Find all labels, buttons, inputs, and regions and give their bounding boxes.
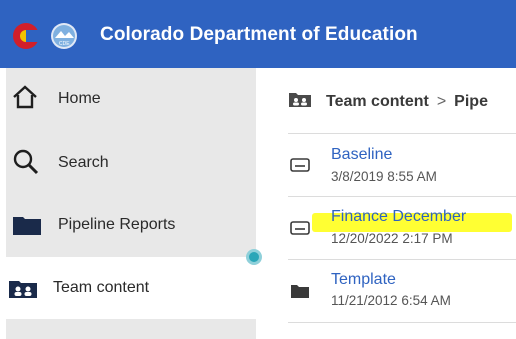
list-item-template[interactable]: Template 11/21/2012 6:54 AM [288,260,516,322]
list-item-finance-december[interactable]: Finance December 12/20/2022 2:17 PM [288,197,516,259]
app-title: Colorado Department of Education [100,24,418,45]
report-icon [290,158,310,172]
file-date: 12/20/2022 2:17 PM [331,231,453,246]
colorado-flag-logo[interactable]: CDE [8,20,92,52]
breadcrumb-root[interactable]: Team content [326,93,429,110]
breadcrumb: Team content > Pipe [288,92,488,114]
cursor-indicator [246,249,262,265]
sidebar-item-label: Search [58,154,109,171]
search-icon [13,149,39,175]
report-icon [290,221,310,235]
team-folder-icon [289,93,311,107]
svg-text:CDE: CDE [59,41,70,47]
breadcrumb-separator: > [436,93,447,110]
file-name[interactable]: Baseline [331,146,392,164]
divider [288,322,516,323]
sidebar-item-search[interactable]: Search [6,130,256,192]
list-item-baseline[interactable]: Baseline 3/8/2019 8:55 AM [288,134,516,196]
home-icon [13,85,37,109]
sidebar-nav: Home Search Pipeline Reports Team conten… [6,68,256,339]
sidebar-item-home[interactable]: Home [6,68,256,130]
sidebar-item-label: Pipeline Reports [58,216,176,233]
sidebar-item-pipeline-reports[interactable]: Pipeline Reports [6,192,256,254]
file-date: 3/8/2019 8:55 AM [331,169,437,184]
folder-icon [13,217,41,235]
app-header: CDE Colorado Department of Education [0,0,516,68]
file-name[interactable]: Finance December [331,208,466,226]
file-date: 11/21/2012 6:54 AM [331,293,451,308]
file-name[interactable]: Template [331,271,396,289]
folder-icon [291,285,309,298]
team-folder-icon [9,281,37,298]
sidebar-item-label: Team content [53,279,150,296]
sidebar-item-team-content[interactable]: Team content [6,257,256,319]
sidebar-footer [6,321,256,339]
breadcrumb-current[interactable]: Pipe [454,93,488,110]
sidebar-item-label: Home [58,90,101,107]
